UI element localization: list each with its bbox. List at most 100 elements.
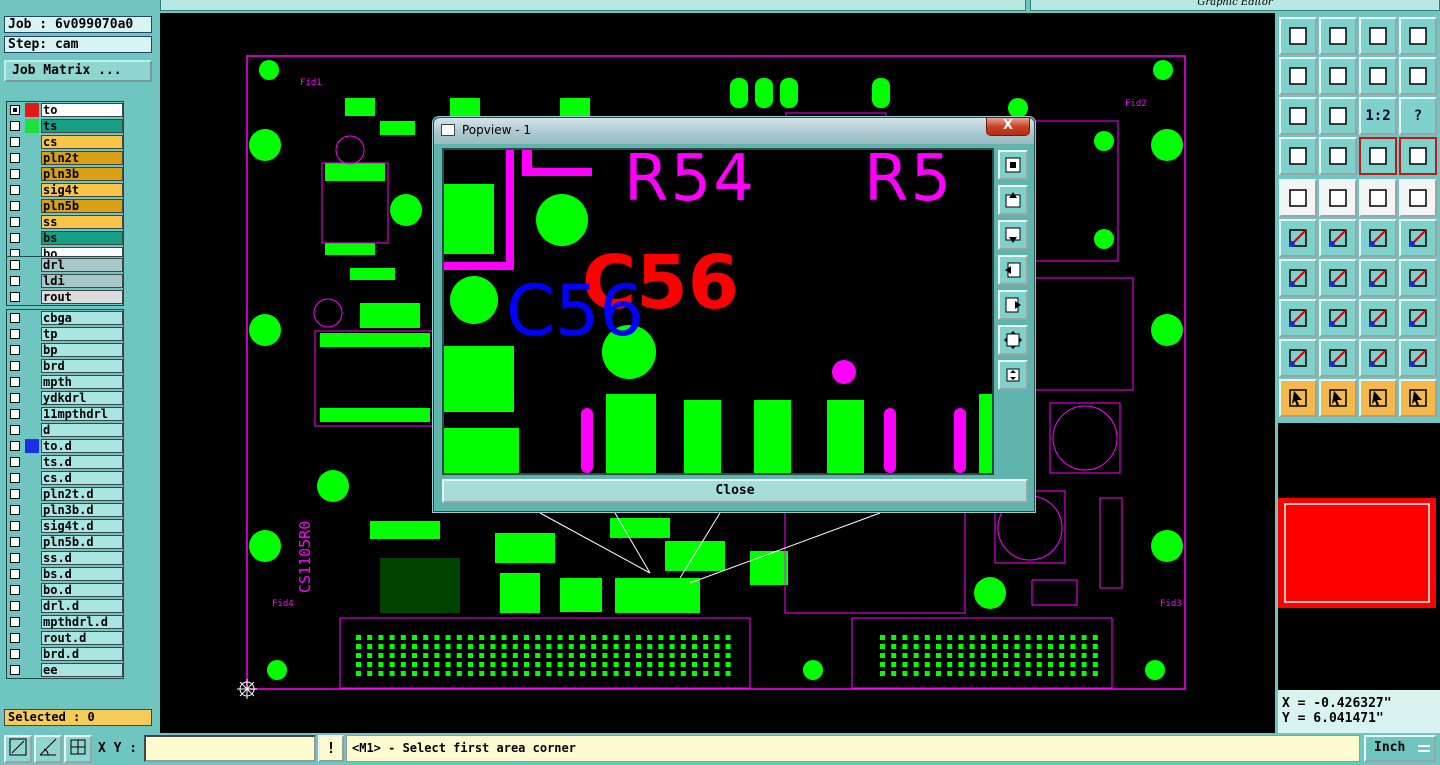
angle-icon[interactable] [1279, 259, 1317, 297]
layer-row[interactable]: cs [7, 134, 123, 150]
layer-checkbox[interactable] [10, 105, 20, 115]
layer-row[interactable]: ldi [7, 273, 123, 289]
snap-line-icon[interactable] [1319, 179, 1357, 217]
triangle-snap-icon[interactable] [1359, 339, 1397, 377]
layer-name[interactable]: sig4t.d [41, 519, 123, 533]
layer-checkbox[interactable] [10, 276, 20, 286]
layer-checkbox[interactable] [10, 617, 20, 627]
layer-checkbox[interactable] [10, 201, 20, 211]
layer-checkbox[interactable] [10, 217, 20, 227]
layer-name[interactable]: mpth [41, 375, 123, 389]
rotate-icon[interactable] [1359, 259, 1397, 297]
popview-canvas[interactable]: R54 R5 C56 C56 [442, 148, 994, 475]
pointer-box-icon[interactable] [1319, 379, 1357, 417]
triangle-select-icon[interactable] [1319, 339, 1357, 377]
layer-name[interactable]: pln2t [41, 151, 123, 165]
center-dot-icon[interactable] [1399, 179, 1437, 217]
layer-name[interactable]: mpthdrl.d [41, 615, 123, 629]
layer-row[interactable]: 11mpthdrl [7, 406, 123, 422]
layer-name[interactable]: brd [41, 359, 123, 373]
layer-row[interactable]: brd [7, 358, 123, 374]
window-icon[interactable] [1399, 17, 1437, 55]
popview-zoom-in-icon[interactable] [998, 360, 1028, 390]
layer-row[interactable]: pln3b [7, 166, 123, 182]
move-down-icon[interactable] [1319, 17, 1357, 55]
layer-checkbox[interactable] [10, 345, 20, 355]
layer-checkbox[interactable] [10, 260, 20, 270]
layer-row[interactable]: ss.d [7, 550, 123, 566]
scale-icon[interactable]: 1:2 [1359, 97, 1397, 135]
layer-checkbox[interactable] [10, 441, 20, 451]
layer-name[interactable]: ss [41, 215, 123, 229]
layer-row[interactable]: pln5b [7, 198, 123, 214]
layer-name[interactable]: ldi [41, 274, 123, 288]
layer-row[interactable]: pln3b.d [7, 502, 123, 518]
job-matrix-button[interactable]: Job Matrix ... [4, 60, 152, 82]
layer-row[interactable]: bo.d [7, 582, 123, 598]
pointer-net-icon[interactable] [1399, 379, 1437, 417]
snap-endpoint-icon[interactable] [1359, 219, 1397, 257]
popview-close-x-button[interactable]: X [986, 117, 1030, 136]
layer-row[interactable]: ee [7, 662, 123, 678]
layer-row[interactable]: mpth [7, 374, 123, 390]
layer-name[interactable]: cbga [41, 311, 123, 325]
layer-name[interactable]: rout.d [41, 631, 123, 645]
layer-name[interactable]: bo.d [41, 583, 123, 597]
cross-icon[interactable] [1319, 219, 1357, 257]
layer-name[interactable]: bs [41, 231, 123, 245]
layer-name[interactable]: bp [41, 343, 123, 357]
horizontal-icon[interactable] [1319, 299, 1357, 337]
layer-row[interactable]: ss [7, 214, 123, 230]
layer-row[interactable]: pln2t [7, 150, 123, 166]
group-icon[interactable] [1399, 299, 1437, 337]
layer-row[interactable]: rout.d [7, 630, 123, 646]
popview-close-button[interactable]: Close [442, 479, 1028, 503]
layer-row[interactable]: pln5b.d [7, 534, 123, 550]
layer-name[interactable]: rout [41, 290, 123, 304]
layer-row[interactable]: to.d [7, 438, 123, 454]
popview-pan-right-icon[interactable] [998, 290, 1028, 320]
layer-compare-icon[interactable] [1359, 137, 1397, 175]
units-dropdown[interactable]: Inch [1364, 735, 1436, 762]
layer-checkbox[interactable] [10, 393, 20, 403]
layer-row[interactable]: sig4t.d [7, 518, 123, 534]
xy-input[interactable] [144, 735, 316, 762]
point-edge-icon[interactable] [1279, 299, 1317, 337]
layer-row[interactable]: sig4t [7, 182, 123, 198]
layer-name[interactable]: pln5b [41, 199, 123, 213]
pan-left-icon[interactable] [1279, 57, 1317, 95]
connect-pads-icon[interactable] [1279, 219, 1317, 257]
measure-icon[interactable] [34, 735, 62, 763]
layer-checkbox[interactable] [10, 153, 20, 163]
move-up-icon[interactable] [1279, 17, 1317, 55]
ruler-icon[interactable] [1359, 179, 1397, 217]
layer-name[interactable]: pln3b.d [41, 503, 123, 517]
layer-checkbox[interactable] [10, 233, 20, 243]
help-icon[interactable]: ? [1399, 97, 1437, 135]
layer-checkbox[interactable] [10, 665, 20, 675]
popview-zoom-fit-icon[interactable] [998, 150, 1028, 180]
layer-name[interactable]: ts [41, 119, 123, 133]
layer-checkbox[interactable] [10, 137, 20, 147]
popview-pan-down-icon[interactable] [998, 220, 1028, 250]
overview-preview[interactable] [1278, 423, 1440, 695]
layer-row[interactable]: drl.d [7, 598, 123, 614]
layer-name[interactable]: tp [41, 327, 123, 341]
popview-zoom-out-icon[interactable] [998, 325, 1028, 355]
layer-row[interactable]: ts [7, 118, 123, 134]
layer-row[interactable]: cbga [7, 310, 123, 326]
pan-right-icon[interactable] [1319, 57, 1357, 95]
layer-name[interactable]: brd.d [41, 647, 123, 661]
layer-color-swatch[interactable] [25, 119, 39, 133]
layer-name[interactable]: ss.d [41, 551, 123, 565]
pointer-circle-icon[interactable] [1359, 379, 1397, 417]
layer-checkbox[interactable] [10, 313, 20, 323]
layer-checkbox[interactable] [10, 425, 20, 435]
layer-checkbox[interactable] [10, 377, 20, 387]
layer-name[interactable]: bs.d [41, 567, 123, 581]
flip-icon[interactable] [1359, 57, 1397, 95]
layer-checkbox[interactable] [10, 537, 20, 547]
layer-diff-icon[interactable] [1399, 137, 1437, 175]
snap-grid-icon[interactable] [64, 735, 92, 763]
triangle-icon[interactable] [1279, 339, 1317, 377]
